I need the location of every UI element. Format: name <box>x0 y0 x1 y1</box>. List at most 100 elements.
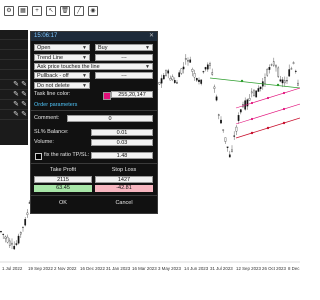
comment-field[interactable]: 0 <box>67 115 153 122</box>
task-color-field[interactable]: 255,20,147 <box>111 91 153 98</box>
candle-body <box>19 232 22 235</box>
candle-body <box>270 64 273 66</box>
panel-row: ✎ ✎ <box>0 110 28 120</box>
divider <box>31 110 157 111</box>
candle-body <box>0 231 2 233</box>
time-axis-label: 16 Mar 2023 <box>132 266 157 271</box>
sl-balance-field[interactable]: 0.01 <box>91 129 153 136</box>
chevron-down-icon: ▼ <box>145 45 150 51</box>
candle-body <box>275 65 277 68</box>
green-trend-line[interactable] <box>209 77 300 89</box>
pullback-value-field[interactable]: --- <box>95 72 153 79</box>
toolbar-grid-icon[interactable]: ▦ <box>18 5 28 16</box>
candle-body <box>209 63 211 66</box>
candle-body <box>220 119 222 124</box>
volume-field[interactable]: 0.03 <box>91 139 153 146</box>
edit-pencil-icon[interactable]: ✎ <box>21 81 27 88</box>
cancel-button[interactable]: Cancel <box>95 199 153 208</box>
candle-body <box>169 78 172 81</box>
direction-select[interactable]: Buy ▼ <box>95 44 153 51</box>
toolbar-trash-icon[interactable]: 🗑 <box>60 5 70 16</box>
candle-body <box>165 70 167 76</box>
red-line-handle[interactable] <box>282 121 286 125</box>
edit-pencil-icon[interactable]: ✎ <box>13 111 19 118</box>
take-profit-points-field[interactable]: 2115 <box>34 176 92 183</box>
candle-body <box>158 82 161 85</box>
edit-pencil-icon[interactable]: ✎ <box>13 91 19 98</box>
candle-body <box>171 76 174 80</box>
volume-label: Volume: <box>34 139 54 145</box>
candle-body <box>217 114 220 116</box>
candle-body <box>246 99 249 107</box>
dialog-time: 15:06:17 <box>34 33 58 39</box>
order-parameters-title: Order parameters <box>34 102 78 108</box>
delete-mode-select[interactable]: Do not delete ▼ <box>34 82 90 89</box>
trading-terminal: 1 Jul 2022 19 Sep 2022 2 Nov 2022 16 Dec 20… <box>0 0 300 300</box>
pink-line-handle[interactable] <box>250 117 254 121</box>
candle-body <box>224 137 227 142</box>
candle-body <box>231 149 233 152</box>
pink-line-handle[interactable] <box>282 91 286 95</box>
toolbar-settings-icon[interactable]: ⚙ <box>4 5 14 16</box>
time-axis-label: 12 Sep 2023 <box>236 266 261 271</box>
line-value-field[interactable]: --- <box>95 54 153 61</box>
candle-body <box>268 67 271 70</box>
candle-body <box>6 236 9 243</box>
edit-pencil-icon[interactable]: ✎ <box>21 101 27 108</box>
red-line-handle[interactable] <box>266 126 270 130</box>
toolbar-plus-icon[interactable]: + <box>32 5 42 16</box>
candle-body <box>202 71 205 73</box>
object-list-panel: ✎ ✎ ✎ ✎ ✎ ✎ ✎ ✎ <box>0 30 28 145</box>
candle-body <box>226 146 229 148</box>
pink-line-handle[interactable] <box>250 101 254 105</box>
candle-body <box>204 67 207 70</box>
dialog-header[interactable]: 15:06:17 ✕ <box>31 32 157 41</box>
pullback-select[interactable]: Pullback - off ▼ <box>34 72 90 79</box>
green-line-handle[interactable] <box>276 83 280 87</box>
task-color-label: Task line color: <box>34 91 71 97</box>
time-axis-label: 31 Jul 2023 <box>210 266 233 271</box>
toolbar-pointer-icon[interactable]: ↖ <box>46 5 56 16</box>
toolbar-line-icon[interactable]: ╱ <box>74 5 84 16</box>
candle-body <box>294 70 297 72</box>
edit-pencil-icon[interactable]: ✎ <box>21 91 27 98</box>
candle-body <box>257 88 260 92</box>
candle-body <box>292 62 295 64</box>
comment-label: Comment: <box>34 115 60 121</box>
candle-body <box>198 79 200 82</box>
line-type-select[interactable]: Trend Line ▼ <box>34 54 90 61</box>
candle-body <box>167 70 170 74</box>
candle-body <box>286 80 288 82</box>
stop-loss-points-field[interactable]: 1427 <box>95 176 153 183</box>
edit-pencil-icon[interactable]: ✎ <box>13 81 19 88</box>
candle-body <box>189 59 192 63</box>
pink-line-handle[interactable] <box>282 107 286 111</box>
close-icon[interactable]: ✕ <box>149 32 154 41</box>
candle-body <box>228 154 231 158</box>
candle-body <box>235 126 238 132</box>
trigger-select[interactable]: Ask price touches the line ▼ <box>34 63 153 70</box>
time-axis-label: 1 Jul 2022 <box>2 266 23 271</box>
candle-body <box>13 245 16 250</box>
edit-pencil-icon[interactable]: ✎ <box>21 111 27 118</box>
panel-row <box>0 70 28 80</box>
task-color-swatch[interactable] <box>103 92 111 100</box>
toolbar-eye-icon[interactable]: ◉ <box>88 5 98 16</box>
fix-ratio-field[interactable]: 1.48 <box>91 152 153 159</box>
ok-button[interactable]: OK <box>34 199 92 208</box>
pullback-value: Pullback - off <box>37 73 69 79</box>
direction-value: Buy <box>98 45 108 51</box>
panel-row: ✎ ✎ <box>0 80 28 90</box>
time-axis-label: 31 Jan 2023 <box>106 266 131 271</box>
order-type-select[interactable]: Open ▼ <box>34 44 90 51</box>
candle-body <box>176 82 178 84</box>
red-line-handle[interactable] <box>250 131 254 135</box>
candle-body <box>237 115 240 121</box>
green-line-handle[interactable] <box>240 79 244 83</box>
candle-body <box>255 90 258 98</box>
candle-body <box>182 66 185 70</box>
fix-ratio-checkbox[interactable] <box>35 153 42 160</box>
edit-pencil-icon[interactable]: ✎ <box>13 101 19 108</box>
pink-line-handle[interactable] <box>266 96 270 100</box>
chevron-down-icon: ▼ <box>82 73 87 79</box>
